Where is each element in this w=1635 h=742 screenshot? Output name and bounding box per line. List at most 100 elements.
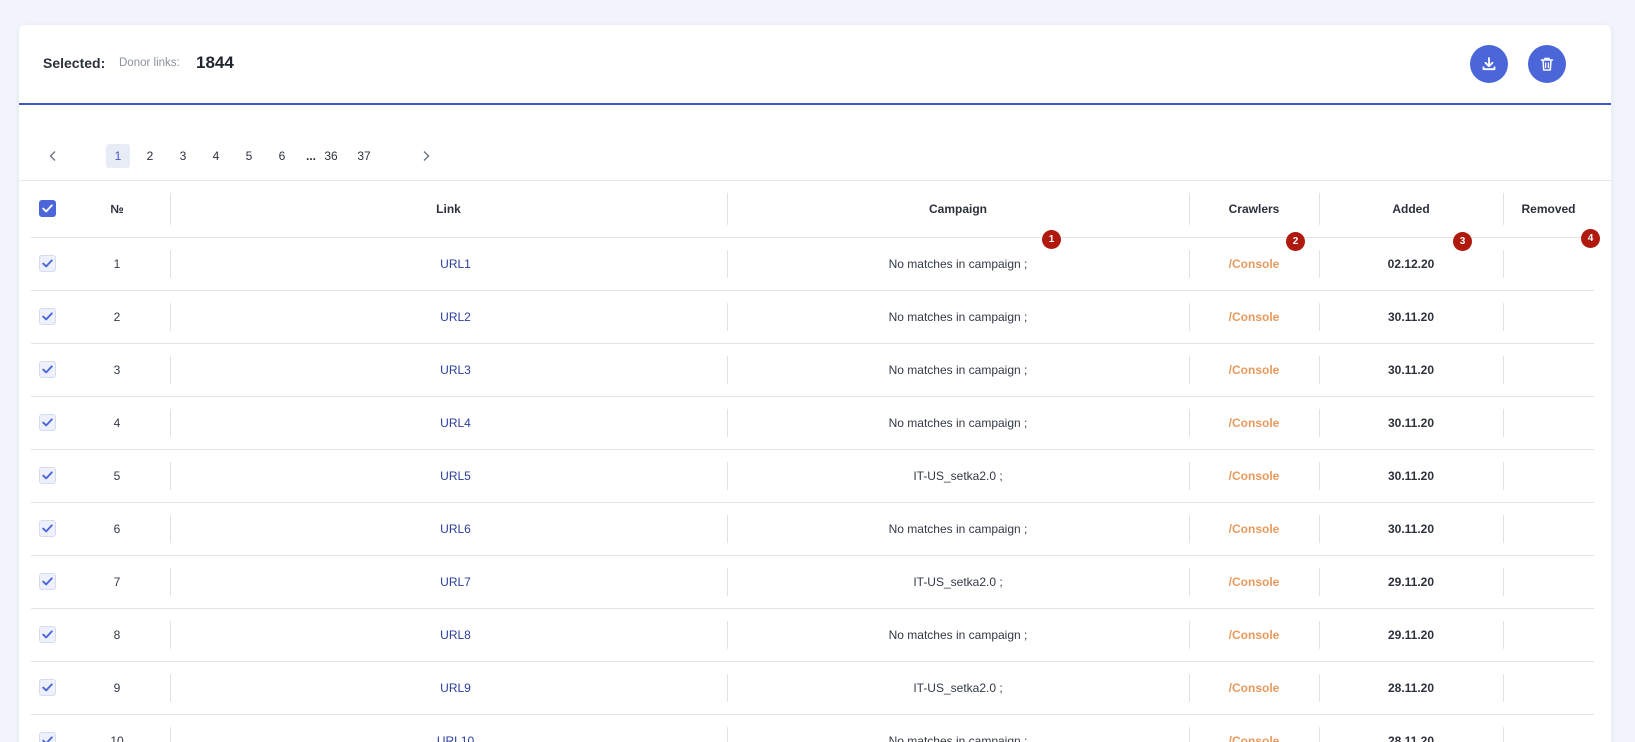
page-2[interactable]: 2	[138, 144, 162, 168]
row-checkbox[interactable]	[39, 414, 56, 431]
row-link-cell: URL4	[170, 396, 727, 450]
col-link[interactable]: Link	[170, 181, 727, 238]
checkmark-icon	[42, 577, 53, 586]
row-checkbox[interactable]	[39, 467, 56, 484]
page-5[interactable]: 5	[237, 144, 261, 168]
row-number: 5	[64, 449, 170, 503]
table-row: 7 URL7 IT-US_setka2.0 ; /Console 29.11.20	[31, 555, 1594, 609]
row-crawler-link[interactable]: /Console	[1229, 628, 1280, 642]
row-added-date: 29.11.20	[1319, 608, 1503, 662]
row-crawler-link[interactable]: /Console	[1229, 734, 1280, 742]
row-number: 9	[64, 661, 170, 715]
row-crawler-link[interactable]: /Console	[1229, 681, 1280, 695]
panel-header: Selected: Donor links: 1844	[19, 25, 1611, 105]
row-crawler-link[interactable]: /Console	[1229, 469, 1280, 483]
prev-page-button[interactable]	[43, 144, 63, 168]
row-removed-date	[1503, 290, 1594, 344]
row-crawler-link[interactable]: /Console	[1229, 575, 1280, 589]
annotation-marker-2: 2	[1286, 232, 1305, 251]
checkmark-icon	[42, 365, 53, 374]
row-removed-date	[1503, 237, 1594, 291]
row-checkbox[interactable]	[39, 361, 56, 378]
row-campaign: No matches in campaign ;	[727, 343, 1189, 397]
col-number[interactable]: №	[64, 181, 170, 238]
row-added-date: 02.12.20	[1319, 237, 1503, 291]
row-number: 8	[64, 608, 170, 662]
row-link-cell: URL5	[170, 449, 727, 503]
row-crawler-cell: /Console	[1189, 661, 1319, 715]
row-removed-date	[1503, 449, 1594, 503]
page-6[interactable]: 6	[270, 144, 294, 168]
page-4[interactable]: 4	[204, 144, 228, 168]
row-crawler-cell: /Console	[1189, 502, 1319, 556]
row-select-cell	[31, 661, 64, 715]
row-number: 2	[64, 290, 170, 344]
row-link[interactable]: URL10	[437, 734, 474, 742]
chevron-right-icon	[423, 151, 430, 161]
row-campaign: IT-US_setka2.0 ;	[727, 661, 1189, 715]
next-page-button[interactable]	[416, 144, 436, 168]
select-all-checkbox[interactable]	[39, 200, 56, 218]
row-crawler-cell: /Console	[1189, 343, 1319, 397]
donor-links-label: Donor links:	[119, 57, 180, 69]
table-header-row: № Link Campaign Crawlers Added Removed	[31, 181, 1594, 238]
row-link[interactable]: URL8	[440, 628, 471, 642]
row-removed-date	[1503, 714, 1594, 742]
row-link[interactable]: URL4	[440, 416, 471, 430]
row-checkbox[interactable]	[39, 679, 56, 696]
checkmark-icon	[42, 312, 53, 321]
row-checkbox[interactable]	[39, 573, 56, 590]
table-row: 5 URL5 IT-US_setka2.0 ; /Console 30.11.20	[31, 449, 1594, 503]
row-number: 7	[64, 555, 170, 609]
row-link-cell: URL10	[170, 714, 727, 742]
col-removed[interactable]: Removed	[1503, 181, 1594, 238]
row-checkbox[interactable]	[39, 626, 56, 643]
col-campaign[interactable]: Campaign	[727, 181, 1189, 238]
page-37[interactable]: 37	[353, 144, 375, 168]
row-removed-date	[1503, 661, 1594, 715]
row-added-date: 30.11.20	[1319, 449, 1503, 503]
checkmark-icon	[42, 683, 53, 692]
row-checkbox[interactable]	[39, 732, 56, 742]
page-ellipsis: ...	[305, 149, 316, 163]
checkmark-icon	[42, 736, 53, 742]
checkmark-icon	[42, 259, 53, 268]
download-button[interactable]	[1470, 45, 1508, 83]
row-number: 10	[64, 714, 170, 742]
row-link[interactable]: URL6	[440, 522, 471, 536]
col-added[interactable]: Added	[1319, 181, 1503, 238]
row-select-cell	[31, 396, 64, 450]
row-link-cell: URL8	[170, 608, 727, 662]
row-campaign: IT-US_setka2.0 ;	[727, 555, 1189, 609]
row-crawler-link[interactable]: /Console	[1229, 416, 1280, 430]
page-1[interactable]: 1	[106, 144, 130, 168]
row-select-cell	[31, 343, 64, 397]
page-36[interactable]: 36	[320, 144, 342, 168]
page-3[interactable]: 3	[171, 144, 195, 168]
row-added-date: 30.11.20	[1319, 343, 1503, 397]
row-link[interactable]: URL5	[440, 469, 471, 483]
row-crawler-link[interactable]: /Console	[1229, 257, 1280, 271]
row-link-cell: URL2	[170, 290, 727, 344]
table-row: 4 URL4 No matches in campaign ; /Console 30.…	[31, 396, 1594, 450]
row-link[interactable]: URL7	[440, 575, 471, 589]
row-select-cell	[31, 714, 64, 742]
row-link[interactable]: URL2	[440, 310, 471, 324]
row-added-date: 29.11.20	[1319, 555, 1503, 609]
row-campaign: No matches in campaign ;	[727, 502, 1189, 556]
row-link[interactable]: URL3	[440, 363, 471, 377]
select-all-cell	[31, 181, 64, 238]
row-checkbox[interactable]	[39, 308, 56, 325]
row-crawler-link[interactable]: /Console	[1229, 522, 1280, 536]
row-link[interactable]: URL9	[440, 681, 471, 695]
row-crawler-link[interactable]: /Console	[1229, 363, 1280, 377]
row-campaign: No matches in campaign ;	[727, 290, 1189, 344]
delete-button[interactable]	[1528, 45, 1566, 83]
row-crawler-link[interactable]: /Console	[1229, 310, 1280, 324]
col-crawlers[interactable]: Crawlers	[1189, 181, 1319, 238]
row-checkbox[interactable]	[39, 255, 56, 272]
row-removed-date	[1503, 502, 1594, 556]
row-checkbox[interactable]	[39, 520, 56, 537]
checkmark-icon	[42, 524, 53, 533]
row-link[interactable]: URL1	[440, 257, 471, 271]
